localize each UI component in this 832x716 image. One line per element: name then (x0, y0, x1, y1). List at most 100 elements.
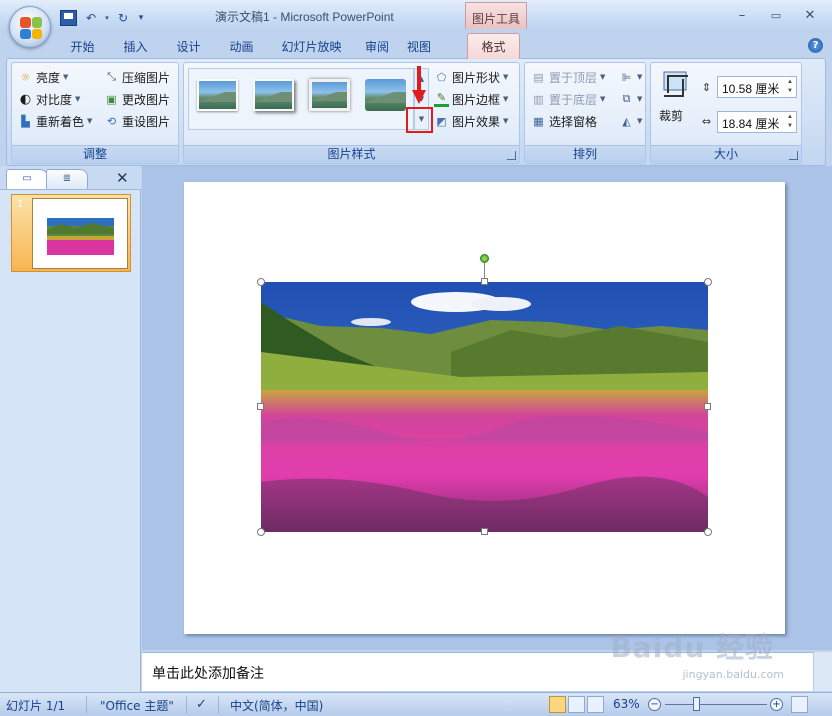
shape-width-input[interactable]: 18.84 厘米 ▲ ▼ (717, 111, 797, 133)
picture-effects-button[interactable]: ◩ 图片效果 ▼ (434, 111, 508, 131)
outline-tab[interactable]: ≣ (46, 169, 88, 189)
rotate-button[interactable]: ◭ ▼ (619, 111, 642, 131)
qat-customize-icon[interactable]: ▾ (135, 9, 147, 28)
recolor-button[interactable]: ▙ 重新着色 ▼ (18, 111, 92, 131)
group-objects-icon: ⧉ (622, 92, 631, 105)
picture-shape-button[interactable]: ⬠ 图片形状 ▼ (434, 67, 509, 87)
minimize-button[interactable]: – (725, 6, 759, 26)
picture-border-button[interactable]: ✎ 图片边框 ▼ (434, 89, 508, 109)
tab-format[interactable]: 格式 (467, 33, 520, 59)
slide-number: 1 (17, 199, 24, 210)
group-label-arrange: 排列 (525, 145, 645, 163)
crop-button[interactable]: 裁剪 (655, 67, 699, 129)
zoom-slider-thumb[interactable] (693, 697, 700, 711)
contrast-button[interactable]: ◐ 对比度 ▼ (18, 89, 81, 109)
contrast-icon: ◐ (19, 91, 32, 107)
group-objects-button[interactable]: ⧉ ▼ (619, 89, 643, 109)
window-controls: – ▭ ✕ (725, 6, 827, 26)
office-button[interactable] (9, 6, 51, 48)
fit-to-window-button[interactable] (791, 696, 808, 713)
close-button[interactable]: ✕ (793, 6, 827, 26)
height-spinner-icon[interactable]: ▲ ▼ (785, 78, 795, 96)
align-button[interactable]: ⊫ ▼ (619, 67, 643, 87)
normal-view-button[interactable] (549, 696, 566, 713)
slide-thumbnail-selected[interactable]: 1 (11, 194, 131, 272)
resize-handle-w[interactable] (257, 403, 264, 410)
quick-access-toolbar: ↶ ▾ ↻ ▾ (58, 8, 147, 28)
compress-pictures-button[interactable]: ⤡ 压缩图片 (104, 67, 170, 87)
picture-style-thumbnail[interactable] (365, 79, 406, 111)
shape-height-input[interactable]: 10.58 厘米 ▲ ▼ (717, 76, 797, 98)
zoom-slider-track[interactable] (665, 704, 767, 705)
rotation-handle[interactable] (480, 254, 489, 263)
bring-front-icon: ▤ (533, 70, 544, 84)
picture-style-thumbnail[interactable] (197, 79, 238, 111)
dialog-launcher-icon[interactable] (789, 151, 798, 160)
close-icon[interactable]: ✕ (116, 169, 129, 187)
sun-icon: ☼ (20, 70, 31, 84)
slide-canvas[interactable] (184, 182, 785, 634)
chevron-down-icon: ▼ (87, 117, 93, 125)
resize-handle-n[interactable] (481, 278, 488, 285)
reset-picture-icon: ⟲ (106, 114, 117, 128)
undo-dropdown-icon[interactable]: ▾ (103, 9, 111, 28)
maximize-button[interactable]: ▭ (759, 6, 793, 26)
chevron-down-icon: ▼ (503, 117, 509, 125)
width-spinner-icon[interactable]: ▲ ▼ (785, 113, 795, 131)
tab-home[interactable]: 开始 (56, 34, 109, 58)
dialog-launcher-icon[interactable] (507, 151, 516, 160)
resize-handle-e[interactable] (704, 403, 711, 410)
slides-tab[interactable]: ▭ (6, 169, 48, 189)
picture-style-gallery[interactable] (188, 68, 414, 130)
slide-counter: 幻灯片 1/1 (6, 699, 66, 713)
tab-review[interactable]: 审阅 (355, 34, 399, 58)
picture-shape-icon: ⬠ (436, 70, 447, 84)
reset-picture-button[interactable]: ⟲ 重设图片 (104, 111, 170, 131)
zoom-in-icon[interactable]: + (770, 698, 783, 711)
recolor-icon: ▙ (21, 114, 30, 128)
resize-handle-s[interactable] (481, 528, 488, 535)
spell-check-icon[interactable]: ✓ (196, 697, 207, 712)
gallery-more-highlight (406, 107, 433, 133)
picture-style-thumbnail[interactable] (253, 79, 294, 111)
zoom-out-icon[interactable]: − (648, 698, 661, 711)
group-label-picture-styles: 图片样式 (184, 145, 519, 163)
tab-slideshow[interactable]: 幻灯片放映 (268, 34, 355, 58)
pane-tab-row: ▭ ≣ ✕ (0, 166, 141, 190)
selection-pane-button[interactable]: ▦ 选择窗格 (531, 111, 597, 131)
picture-style-thumbnail[interactable] (309, 79, 350, 111)
language-indicator[interactable]: 中文(简体，中国) (230, 697, 323, 714)
compress-icon: ⤡ (107, 70, 116, 83)
redo-icon[interactable]: ↻ (113, 9, 133, 28)
resize-handle-sw[interactable] (257, 528, 265, 536)
tab-insert[interactable]: 插入 (109, 34, 162, 58)
window-title: 演示文稿1 - Microsoft PowerPoint (215, 10, 394, 24)
group-adjust: ☼ 亮度 ▼ ◐ 对比度 ▼ ▙ 重新着色 ▼ ⤡ 压缩图片 ▣ 更改图片 ⟲ … (11, 62, 179, 164)
brightness-button[interactable]: ☼ 亮度 ▼ (18, 67, 69, 87)
bring-to-front-button[interactable]: ▤ 置于顶层 ▼ (531, 67, 605, 87)
tab-animations[interactable]: 动画 (215, 34, 268, 58)
help-icon[interactable]: ? (808, 38, 823, 53)
slide-sorter-view-button[interactable] (568, 696, 585, 713)
undo-icon[interactable]: ↶ (81, 9, 101, 28)
pencil-icon: ✎ (434, 91, 449, 107)
resize-handle-se[interactable] (704, 528, 712, 536)
notes-scrollbar[interactable] (813, 652, 832, 691)
slideshow-view-button[interactable] (587, 696, 604, 713)
slides-pane: ▭ ≣ ✕ 1 (0, 166, 141, 692)
change-picture-button[interactable]: ▣ 更改图片 (104, 89, 170, 109)
tab-view[interactable]: 视图 (399, 34, 439, 58)
send-to-back-button[interactable]: ▥ 置于底层 ▼ (531, 89, 605, 109)
crop-label: 裁剪 (659, 109, 684, 123)
slide-thumbnail (32, 198, 128, 269)
selected-picture[interactable] (261, 282, 708, 532)
red-arrow-annotation-icon (412, 66, 426, 104)
save-icon[interactable] (60, 10, 77, 26)
resize-handle-nw[interactable] (257, 278, 265, 286)
send-back-icon: ▥ (533, 92, 544, 106)
zoom-level[interactable]: 63% (613, 697, 640, 711)
ribbon-tab-row: 开始 插入 设计 动画 幻灯片放映 审阅 视图 (56, 34, 439, 58)
shape-width-icon: ⇔ (701, 115, 712, 128)
tab-design[interactable]: 设计 (162, 34, 215, 58)
resize-handle-ne[interactable] (704, 278, 712, 286)
